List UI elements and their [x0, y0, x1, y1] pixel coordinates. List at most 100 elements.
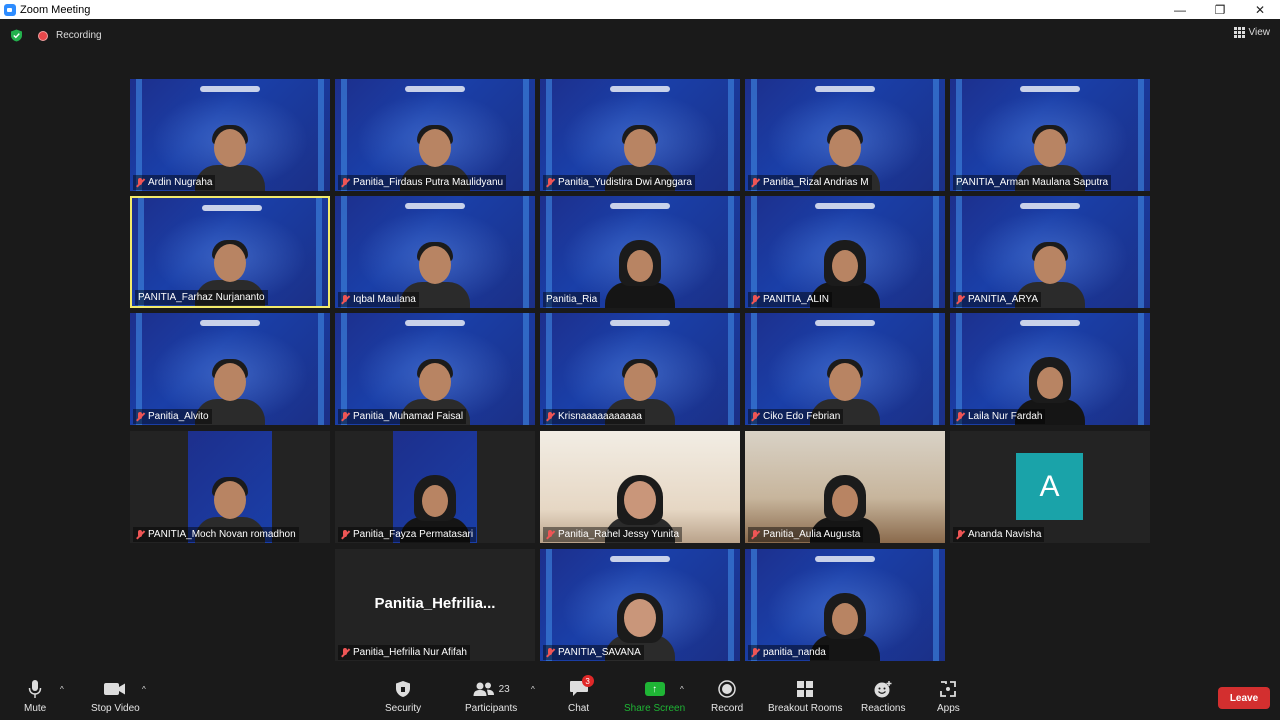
chat-unread-badge: 3: [581, 675, 594, 687]
participant-name: PANITIA_Farhaz Nurjananto: [138, 292, 265, 303]
security-shield-icon: [395, 679, 411, 699]
participants-button[interactable]: 23 Participants: [465, 679, 517, 714]
participant-tile[interactable]: A Ananda Navisha: [950, 431, 1150, 543]
chat-button[interactable]: 3 Chat: [568, 675, 594, 714]
participant-name-tag: Panitia_Fayza Permatasari: [338, 527, 477, 542]
reactions-button[interactable]: Reactions: [861, 679, 905, 714]
share-screen-icon: ↑: [644, 679, 665, 699]
chat-label: Chat: [568, 703, 590, 714]
breakout-rooms-label: Breakout Rooms: [768, 703, 843, 714]
record-label: Record: [711, 703, 744, 714]
video-camera-icon: [104, 679, 126, 699]
participant-name: PANITIA_ALIN: [763, 294, 829, 305]
participant-name: Ciko Edo Febrian: [763, 411, 841, 422]
record-icon: [718, 679, 736, 699]
participant-tile[interactable]: PANITIA_ARYA: [950, 196, 1150, 308]
participant-name-tag: Ciko Edo Febrian: [748, 409, 844, 424]
breakout-rooms-icon: [796, 679, 814, 699]
muted-mic-icon: [136, 529, 145, 540]
participant-name-tag: Panitia_Alvito: [133, 409, 212, 424]
participant-tile[interactable]: Panitia_Ria: [540, 196, 740, 308]
participant-tile[interactable]: Panitia_Alvito: [130, 313, 330, 425]
apps-button[interactable]: Apps: [937, 679, 960, 714]
window-title: Zoom Meeting: [20, 3, 91, 16]
participant-name-tag: Panitia_Firdaus Putra Maulidyanu: [338, 175, 507, 190]
minimize-icon[interactable]: —: [1160, 0, 1200, 19]
participant-tile[interactable]: Panitia_Firdaus Putra Maulidyanu: [335, 79, 535, 191]
muted-mic-icon: [341, 177, 350, 188]
participant-name: panitia_nanda: [763, 647, 826, 658]
participant-name: Ardin Nugraha: [148, 177, 213, 188]
muted-mic-icon: [136, 177, 145, 188]
video-options-caret-icon[interactable]: ^: [142, 685, 146, 694]
apps-icon: [939, 679, 957, 699]
participant-name-tag: Laila Nur Fardah: [953, 409, 1046, 424]
muted-mic-icon: [136, 411, 145, 422]
participant-tile[interactable]: Panitia_Muhamad Faisal: [335, 313, 535, 425]
participant-name: Krisnaaaaaaaaaaa: [558, 411, 642, 422]
mute-button[interactable]: Mute: [24, 679, 46, 714]
participant-tile[interactable]: Iqbal Maulana: [335, 196, 535, 308]
participant-tile[interactable]: PANITIA_Moch Novan romadhon: [130, 431, 330, 543]
participant-tile[interactable]: Panitia_Aulia Augusta: [745, 431, 945, 543]
restore-icon[interactable]: ❐: [1200, 0, 1240, 19]
title-bar: Zoom Meeting — ❐ ✕: [0, 0, 1280, 19]
participant-name-tag: panitia_nanda: [748, 645, 829, 660]
view-button[interactable]: View: [1233, 27, 1271, 38]
participants-icon: 23: [473, 679, 510, 699]
participant-name: Panitia_Yudistira Dwi Anggara: [558, 177, 692, 188]
participant-name-tag: Panitia_Aulia Augusta: [748, 527, 864, 542]
participant-tile[interactable]: Panitia_Rizal Andrias M: [745, 79, 945, 191]
participant-tile[interactable]: Panitia_Rahel Jessy Yunita: [540, 431, 740, 543]
participant-name-tag: PANITIA_ARYA: [953, 292, 1042, 307]
meeting-status-bar: Recording View: [0, 19, 1280, 53]
participant-name-tag: Panitia_Ria: [543, 292, 601, 307]
participant-tile[interactable]: Panitia_Fayza Permatasari: [335, 431, 535, 543]
participant-tile[interactable]: Laila Nur Fardah: [950, 313, 1150, 425]
muted-mic-icon: [546, 177, 555, 188]
participant-tile[interactable]: Ciko Edo Febrian: [745, 313, 945, 425]
participant-name: PANITIA_ARYA: [968, 294, 1039, 305]
participant-tile[interactable]: Ardin Nugraha: [130, 79, 330, 191]
share-screen-label: Share Screen: [624, 703, 686, 714]
leave-button[interactable]: Leave: [1218, 687, 1270, 709]
participant-name: PANITIA_Moch Novan romadhon: [148, 529, 296, 540]
audio-options-caret-icon[interactable]: ^: [60, 685, 64, 694]
participant-name: Panitia_Ria: [546, 294, 598, 305]
participant-name: Panitia_Muhamad Faisal: [353, 411, 464, 422]
participant-tile[interactable]: Krisnaaaaaaaaaaa: [540, 313, 740, 425]
participant-name: Panitia_Alvito: [148, 411, 209, 422]
participant-tile[interactable]: PANITIA_ALIN: [745, 196, 945, 308]
close-icon[interactable]: ✕: [1240, 0, 1280, 19]
participant-name: Panitia_Rizal Andrias M: [763, 177, 869, 188]
gallery-view: Ardin Nugraha Panitia_Firdaus Putra Mauli…: [0, 0, 1280, 720]
meeting-toolbar: Mute ^ Stop Video ^ Security 23 Particip…: [0, 673, 1280, 720]
encryption-shield-icon[interactable]: [10, 29, 23, 42]
recording-icon[interactable]: [38, 31, 48, 41]
breakout-rooms-button[interactable]: Breakout Rooms: [768, 679, 842, 714]
record-button[interactable]: Record: [711, 679, 743, 714]
muted-mic-icon: [341, 411, 350, 422]
muted-mic-icon: [751, 647, 760, 658]
security-button[interactable]: Security: [385, 679, 421, 714]
share-options-caret-icon[interactable]: ^: [680, 685, 684, 694]
participant-name: Ananda Navisha: [968, 529, 1042, 540]
muted-mic-icon: [546, 647, 555, 658]
view-label: View: [1248, 27, 1271, 38]
participant-name: Laila Nur Fardah: [968, 411, 1043, 422]
participant-tile[interactable]: PANITIA_Farhaz Nurjananto: [130, 196, 330, 308]
participant-tile[interactable]: Panitia_Yudistira Dwi Anggara: [540, 79, 740, 191]
stop-video-button[interactable]: Stop Video: [91, 679, 140, 714]
participants-count: 23: [498, 683, 510, 695]
participant-tile[interactable]: PANITIA_SAVANA: [540, 549, 740, 661]
participant-tile[interactable]: PANITIA_Arman Maulana Saputra: [950, 79, 1150, 191]
share-screen-button[interactable]: ↑ Share Screen: [624, 679, 685, 714]
participants-caret-icon[interactable]: ^: [531, 685, 535, 694]
muted-mic-icon: [751, 294, 760, 305]
muted-mic-icon: [751, 411, 760, 422]
participant-name-tag: PANITIA_Arman Maulana Saputra: [953, 175, 1112, 190]
participant-avatar: A: [1016, 453, 1083, 520]
participant-tile[interactable]: panitia_nanda: [745, 549, 945, 661]
participant-tile[interactable]: Panitia_Hefrilia... Panitia_Hefrilia Nur …: [335, 549, 535, 661]
stop-video-label: Stop Video: [91, 703, 140, 714]
